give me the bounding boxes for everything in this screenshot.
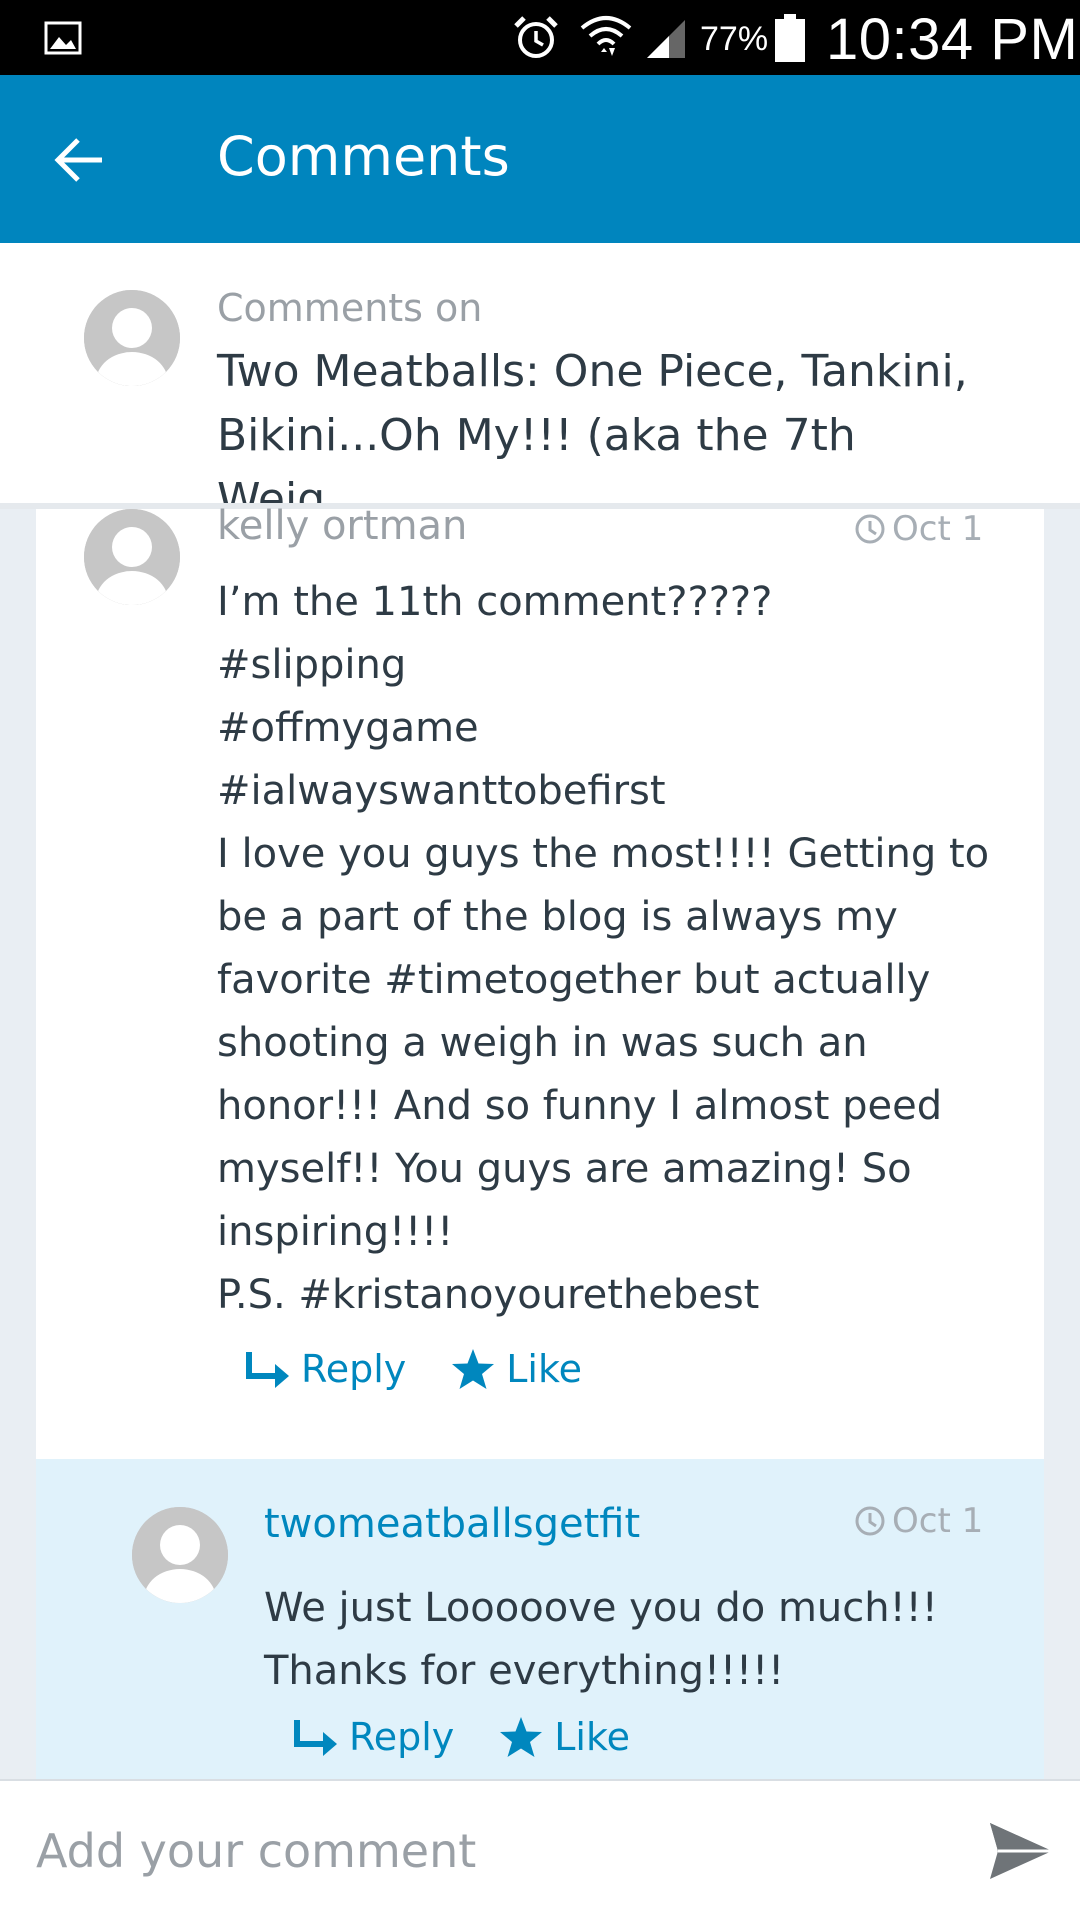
comment-actions: Reply Like (245, 1347, 626, 1391)
reply-button[interactable]: Reply (245, 1347, 406, 1391)
app-bar: Comments (0, 75, 1080, 243)
star-icon (500, 1717, 543, 1757)
clock-icon (855, 1506, 885, 1536)
star-icon (452, 1349, 495, 1389)
comment-actions: Reply Like (293, 1715, 674, 1759)
comment-compose-bar (0, 1779, 1080, 1920)
comment-body: We just Looooove you do much!!! Thanks f… (264, 1585, 938, 1694)
like-button[interactable]: Like (450, 1347, 582, 1391)
reply-icon (294, 1720, 337, 1756)
signal-icon (647, 20, 685, 58)
post-header[interactable]: Comments on Two Meatballs: One Piece, Ta… (0, 243, 1080, 525)
avatar[interactable] (132, 1507, 228, 1603)
reply-button[interactable]: Reply (293, 1715, 454, 1759)
battery-icon (775, 14, 805, 62)
clock: 10:34 PM (826, 7, 1079, 72)
like-button[interactable]: Like (498, 1715, 630, 1759)
default-avatar-icon (84, 290, 180, 386)
comment-date: Oct 1 (854, 1501, 983, 1541)
arrow-left-icon[interactable] (52, 132, 108, 188)
reply-icon (246, 1352, 289, 1388)
wifi-icon (580, 16, 632, 56)
send-icon[interactable] (988, 1821, 1054, 1881)
comment-item: kelly ortman Oct 1 I’m the 11th comment?… (36, 503, 1044, 1459)
like-label: Like (554, 1715, 631, 1759)
avatar[interactable] (84, 509, 180, 605)
comment-input[interactable] (36, 1811, 936, 1891)
page-title: Comments (217, 125, 510, 188)
like-label: Like (506, 1347, 583, 1391)
comment-item: twomeatballsgetfit Oct 1 We just Looooov… (36, 1459, 1044, 1779)
battery-percent: 77% (700, 20, 769, 58)
avatar (84, 290, 180, 386)
comment-body: I’m the 11th comment????? #slipping #off… (217, 579, 990, 1318)
gallery-icon (44, 21, 82, 55)
post-label: Comments on (217, 286, 483, 330)
default-avatar-icon (132, 1507, 228, 1603)
status-bar: 77% 10:34 PM (0, 0, 1080, 75)
alarm-icon (514, 16, 558, 58)
comment-date-text: Oct 1 (892, 1501, 984, 1541)
comment-author[interactable]: kelly ortman (217, 503, 467, 549)
comment-date-text: Oct 1 (892, 509, 984, 549)
comment-date: Oct 1 (854, 509, 983, 549)
default-avatar-icon (84, 509, 180, 605)
comment-author[interactable]: twomeatballsgetfit (264, 1501, 640, 1547)
reply-label: Reply (349, 1715, 455, 1759)
clock-icon (855, 514, 885, 544)
reply-label: Reply (301, 1347, 407, 1391)
